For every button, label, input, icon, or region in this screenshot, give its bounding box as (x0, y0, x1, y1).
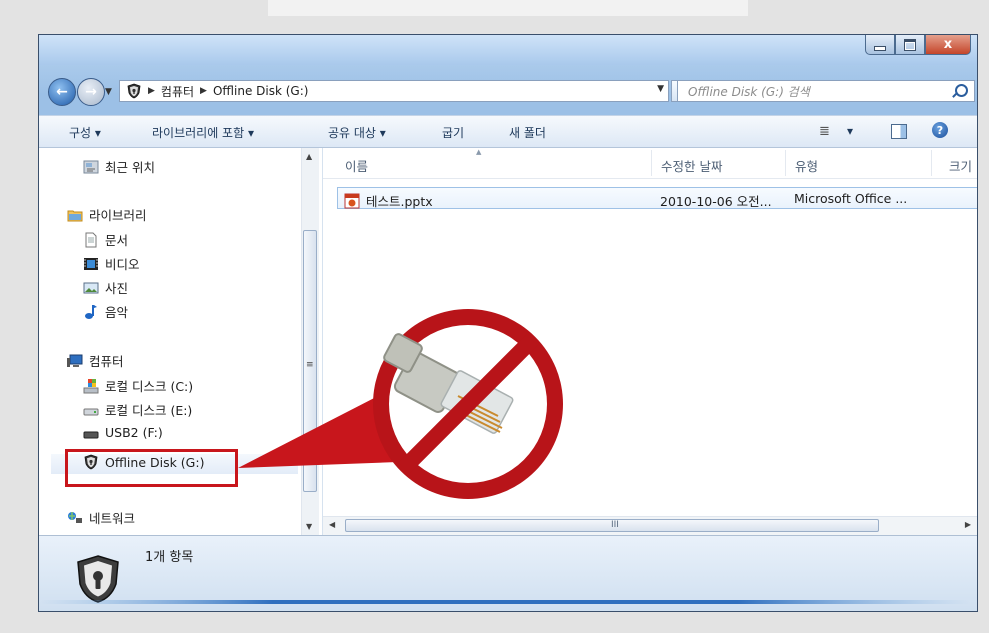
nav-label: 라이브러리 (89, 208, 147, 223)
column-header-size[interactable]: 크기 (949, 156, 972, 175)
forward-arrow-icon: → (85, 84, 97, 100)
pictures-icon (83, 280, 99, 296)
nav-usb2[interactable]: USB2 (F:) (83, 424, 163, 440)
top-strip (268, 0, 748, 16)
nav-videos[interactable]: 비디오 (83, 254, 140, 273)
scroll-right-icon[interactable]: ▶ (965, 520, 971, 529)
column-divider[interactable] (651, 150, 652, 176)
window-controls: x (865, 35, 971, 55)
nav-music[interactable]: 음악 (83, 302, 128, 321)
maximize-icon (904, 38, 916, 51)
nav-label: 비디오 (105, 257, 140, 272)
forward-button[interactable]: → (77, 78, 105, 106)
command-bar: 구성 ▾ 라이브러리에 포함 ▾ 공유 대상 ▾ 굽기 새 폴더 ▾ ? (39, 115, 977, 148)
nav-label: 사진 (105, 281, 129, 296)
nav-network[interactable]: 네트워크 (67, 508, 135, 527)
address-dropdown-icon[interactable]: ▼ (657, 84, 664, 94)
include-in-library-menu[interactable]: 라이브러리에 포함 ▾ (152, 124, 254, 141)
scroll-left-icon[interactable]: ◀ (329, 520, 335, 529)
new-folder-button[interactable]: 새 폴더 (509, 124, 546, 141)
address-bar[interactable]: ▶ 컴퓨터 ▶ Offline Disk (G:) ▼ (119, 80, 669, 102)
help-icon[interactable]: ? (932, 122, 948, 138)
music-icon (83, 304, 99, 320)
breadcrumb-computer[interactable]: 컴퓨터 (161, 83, 194, 100)
scroll-down-icon[interactable]: ▼ (306, 522, 312, 531)
network-icon (67, 510, 83, 526)
nav-documents[interactable]: 문서 (83, 230, 128, 249)
table-row[interactable]: 테스트.pptx 2010-10-06 오전... Microsoft Offi… (337, 187, 977, 209)
breadcrumb-separator-icon[interactable]: ▶ (200, 86, 207, 96)
views-icon[interactable] (819, 124, 835, 138)
nav-computer[interactable]: 컴퓨터 (67, 351, 124, 370)
file-name-cell: 테스트.pptx (344, 191, 433, 210)
column-header-name[interactable]: 이름 (345, 156, 368, 175)
maximize-button[interactable] (895, 35, 925, 55)
nav-recent-places[interactable]: 최근 위치 (83, 157, 155, 176)
share-with-menu[interactable]: 공유 대상 ▾ (328, 124, 386, 141)
nav-local-disk-e[interactable]: 로컬 디스크 (E:) (83, 400, 192, 419)
videos-icon (83, 256, 99, 272)
nav-label: 컴퓨터 (89, 354, 124, 369)
search-icon[interactable] (955, 84, 968, 97)
column-header-row: 이름 ▲ 수정한 날짜 유형 크기 (323, 148, 977, 179)
file-list: 이름 ▲ 수정한 날짜 유형 크기 테스트.pptx 2010-10-06 오전… (323, 148, 977, 536)
back-button[interactable]: ← (48, 78, 76, 106)
nav-label: 네트워크 (89, 511, 136, 526)
scroll-grip-icon: ≡ (306, 360, 314, 370)
back-arrow-icon: ← (56, 84, 68, 100)
powerpoint-file-icon (344, 193, 360, 208)
column-header-type[interactable]: 유형 (795, 156, 818, 175)
horizontal-scroll-thumb[interactable]: III (345, 519, 879, 532)
file-name: 테스트.pptx (366, 194, 433, 209)
libraries-icon (67, 207, 83, 223)
burn-button[interactable]: 굽기 (442, 124, 464, 141)
file-type: Microsoft Office ... (794, 191, 908, 206)
breadcrumb: ▶ 컴퓨터 ▶ Offline Disk (G:) (148, 83, 308, 100)
shield-icon (127, 83, 141, 99)
views-dropdown[interactable]: ▾ (847, 124, 853, 138)
nav-pictures[interactable]: 사진 (83, 278, 128, 297)
usb-drive-icon (83, 424, 99, 440)
breadcrumb-separator-icon[interactable]: ▶ (148, 86, 155, 96)
nav-libraries[interactable]: 라이브러리 (67, 205, 147, 224)
nav-label: 음악 (105, 305, 129, 320)
close-button[interactable]: x (925, 35, 971, 55)
nav-local-disk-c[interactable]: 로컬 디스크 (C:) (83, 376, 193, 395)
scroll-up-icon[interactable]: ▲ (306, 152, 312, 161)
minimize-icon (874, 46, 886, 51)
minimize-button[interactable] (865, 35, 895, 55)
computer-icon (67, 353, 83, 369)
nav-label: 로컬 디스크 (E:) (105, 403, 193, 418)
nav-label: 로컬 디스크 (C:) (105, 379, 194, 394)
address-row: ← → ▼ ▶ 컴퓨터 ▶ Offline Disk (G:) ▼ ↻ Offl… (39, 75, 977, 107)
sort-ascending-icon: ▲ (476, 148, 482, 156)
preview-pane-icon[interactable] (891, 124, 907, 139)
recent-pages-dropdown[interactable]: ▼ (105, 87, 112, 97)
search-placeholder: Offline Disk (G:) 검색 (688, 84, 810, 99)
nav-label: 최근 위치 (105, 160, 155, 175)
search-input[interactable]: Offline Disk (G:) 검색 (677, 80, 975, 102)
horizontal-scrollbar[interactable]: ◀ III ▶ (323, 516, 977, 535)
breadcrumb-offline-disk[interactable]: Offline Disk (G:) (213, 84, 308, 98)
file-modified: 2010-10-06 오전... (660, 194, 772, 209)
column-header-modified[interactable]: 수정한 날짜 (661, 156, 722, 175)
bottom-reflection (40, 600, 970, 604)
explorer-window: x ← → ▼ ▶ 컴퓨터 ▶ Offline Disk (G:) ▼ ↻ Of… (38, 34, 978, 612)
hard-drive-icon (83, 402, 99, 418)
scroll-grip-icon: III (611, 520, 619, 530)
recent-places-icon (83, 159, 99, 175)
item-count: 1개 항목 (145, 550, 194, 565)
organize-menu[interactable]: 구성 ▾ (69, 124, 101, 141)
title-bar[interactable]: x (39, 35, 977, 65)
column-divider[interactable] (931, 150, 932, 176)
nav-label: USB2 (F:) (105, 424, 163, 440)
system-drive-icon (83, 378, 99, 394)
offline-disk-callout-box (65, 449, 238, 487)
documents-icon (83, 232, 99, 248)
nav-scrollbar[interactable]: ▲ ≡ ▼ (301, 148, 319, 536)
nav-label: 문서 (105, 233, 129, 248)
column-divider[interactable] (785, 150, 786, 176)
